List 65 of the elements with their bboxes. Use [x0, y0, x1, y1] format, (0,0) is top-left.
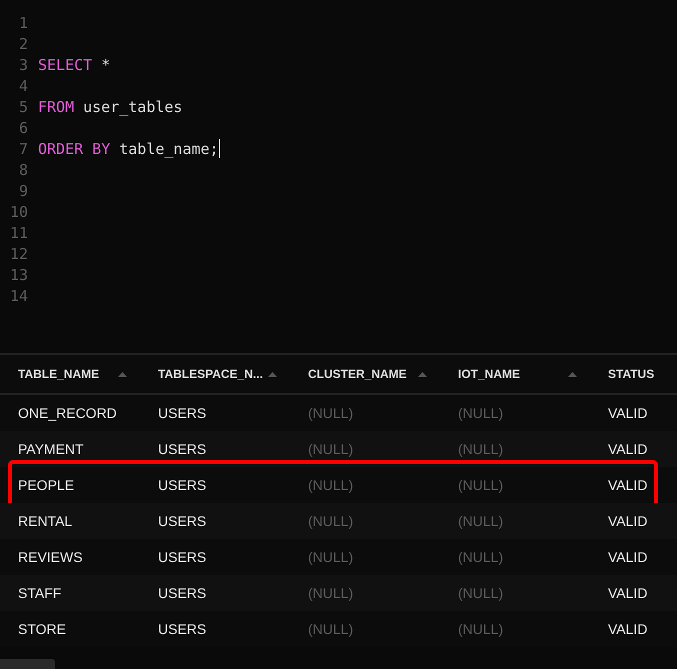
- column-header[interactable]: TABLESPACE_N...: [158, 367, 263, 381]
- table-cell-text: (NULL): [457, 477, 504, 493]
- table-cell-text: USERS: [157, 477, 208, 493]
- line-number: 3: [18, 56, 28, 74]
- table-cell-text: VALID: [607, 585, 648, 601]
- table-cell-text: STAFF: [17, 585, 62, 601]
- table-cell-text: (NULL): [307, 477, 354, 493]
- line-number: 7: [18, 140, 28, 158]
- line-number: 6: [18, 118, 28, 136]
- table-cell-text: USERS: [157, 441, 208, 457]
- column-header[interactable]: CLUSTER_NAME: [308, 367, 407, 381]
- sort-icon[interactable]: [268, 372, 277, 376]
- table-cell-text: USERS: [157, 513, 208, 529]
- table-cell-text: REVIEWS: [17, 549, 84, 565]
- line-number: 13: [8, 266, 28, 284]
- sql-keyword: SELECT: [38, 56, 92, 74]
- sql-text: user_tables: [83, 98, 182, 116]
- table-cell-text: RENTAL: [17, 513, 74, 529]
- table-cell-text: (NULL): [307, 621, 354, 637]
- sort-icon[interactable]: [118, 372, 127, 376]
- column-header[interactable]: STATUS: [608, 367, 654, 381]
- sql-keyword: ORDER BY: [38, 140, 110, 158]
- line-number: 8: [18, 160, 28, 178]
- sort-icon[interactable]: [568, 372, 577, 376]
- table-cell-text: VALID: [607, 549, 648, 565]
- line-number: 2: [18, 34, 28, 52]
- sql-keyword: FROM: [38, 98, 74, 116]
- sort-icon[interactable]: [418, 372, 427, 376]
- table-cell-text: (NULL): [307, 405, 354, 421]
- table-cell-text: VALID: [607, 513, 648, 529]
- table-cell-text: (NULL): [457, 621, 504, 637]
- table-cell-text: ONE_RECORD: [17, 405, 118, 421]
- table-cell-text: STORE: [17, 621, 67, 637]
- line-number: 14: [8, 286, 28, 304]
- line-number: 5: [18, 98, 28, 116]
- line-number: 9: [18, 182, 28, 200]
- line-number: 10: [8, 202, 28, 220]
- table-cell-text: VALID: [607, 405, 648, 421]
- table-cell-text: (NULL): [457, 405, 504, 421]
- table-cell-text: (NULL): [307, 585, 354, 601]
- table-cell-text: USERS: [157, 405, 208, 421]
- table-cell-text: USERS: [157, 585, 208, 601]
- line-number: 12: [8, 244, 28, 262]
- table-cell-text: (NULL): [457, 441, 504, 457]
- table-cell-text: (NULL): [307, 549, 354, 565]
- table-cell-text: USERS: [157, 621, 208, 637]
- line-number: 4: [18, 76, 28, 94]
- table-cell-text: (NULL): [307, 513, 354, 529]
- table-cell-text: USERS: [157, 549, 208, 565]
- line-number: 1: [18, 14, 28, 32]
- scrollbar-thumb[interactable]: [0, 659, 55, 669]
- line-number: 11: [8, 224, 28, 242]
- table-cell-text: VALID: [607, 477, 648, 493]
- column-header[interactable]: IOT_NAME: [458, 367, 520, 381]
- table-cell-text: PAYMENT: [17, 441, 85, 457]
- table-cell-text: VALID: [607, 621, 648, 637]
- sql-text: table_name;: [119, 140, 219, 158]
- table-cell-text: PEOPLE: [17, 477, 76, 493]
- table-cell-text: (NULL): [457, 549, 504, 565]
- table-cell-text: (NULL): [457, 585, 504, 601]
- sql-text: *: [101, 56, 110, 74]
- table-cell-text: (NULL): [307, 441, 354, 457]
- table-cell-text: (NULL): [457, 513, 504, 529]
- table-cell-text: VALID: [607, 441, 648, 457]
- column-header[interactable]: TABLE_NAME: [18, 367, 100, 381]
